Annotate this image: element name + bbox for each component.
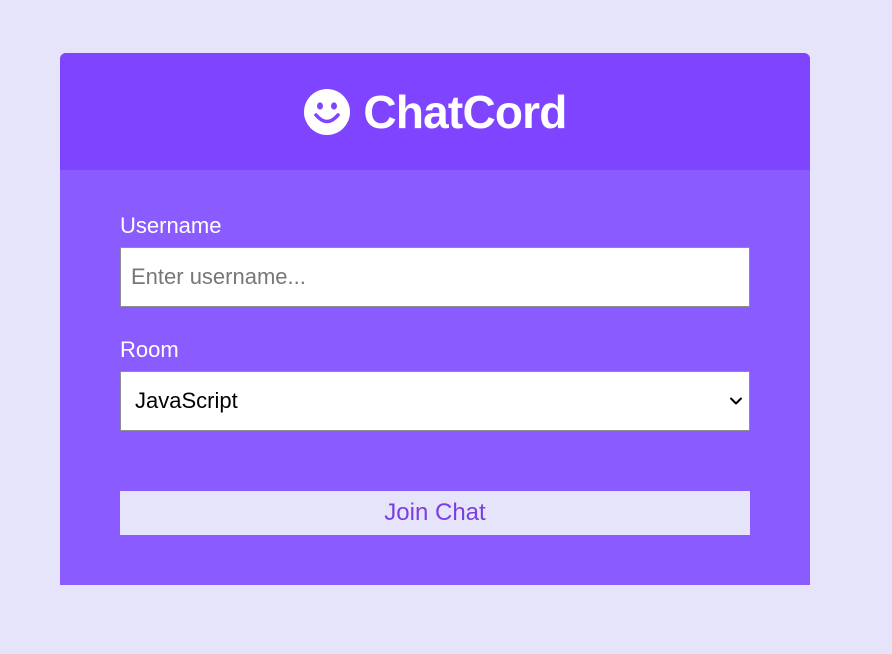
- room-label: Room: [120, 337, 179, 362]
- username-input[interactable]: [120, 247, 750, 307]
- username-label: Username: [120, 213, 222, 238]
- join-form: Username Room JavaScript Join Chat: [60, 170, 810, 535]
- join-container: ChatCord Username Room JavaScript Join C…: [60, 53, 810, 585]
- room-field-group: Room JavaScript: [120, 339, 750, 431]
- smile-icon: [304, 88, 351, 135]
- brand: ChatCord: [303, 85, 567, 138]
- join-header: ChatCord: [60, 53, 810, 170]
- join-chat-button[interactable]: Join Chat: [120, 491, 750, 535]
- room-selected-value: JavaScript: [135, 388, 238, 413]
- room-select[interactable]: JavaScript: [120, 371, 750, 431]
- chevron-down-icon: [730, 397, 742, 405]
- app-title: ChatCord: [363, 85, 567, 138]
- username-field-group: Username: [120, 215, 750, 307]
